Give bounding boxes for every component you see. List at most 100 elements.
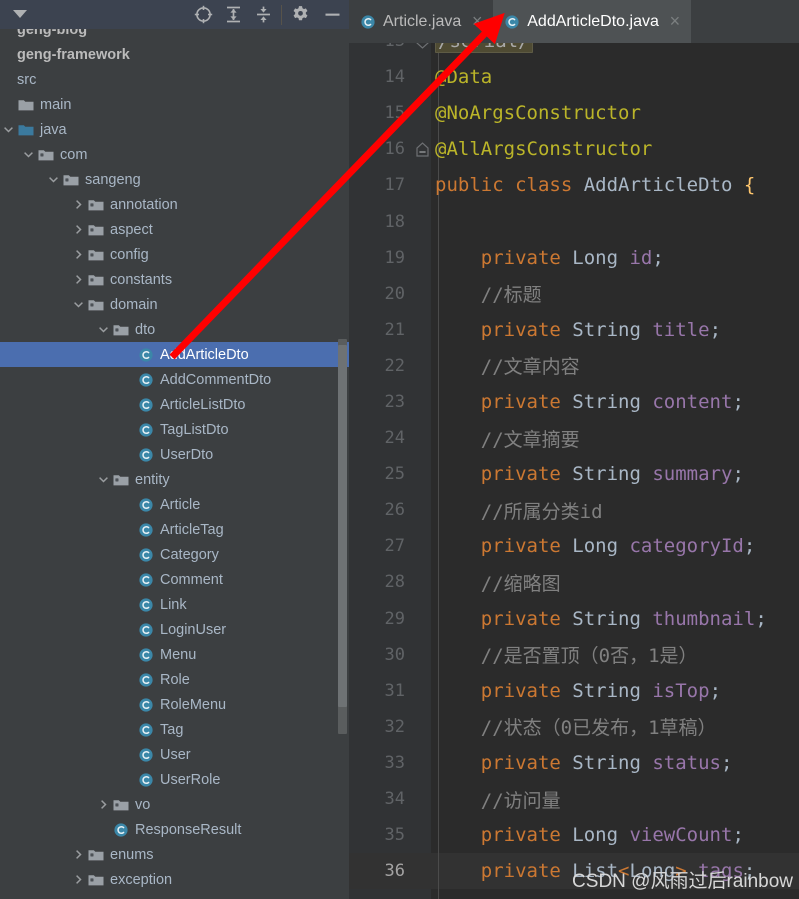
editor-tab[interactable]: AddArticleDto.java × xyxy=(493,0,691,43)
line-number: 14 xyxy=(384,67,405,88)
code-line[interactable]: 15 @NoArgsConstructor xyxy=(349,95,799,131)
tree-twisty-collapsed[interactable] xyxy=(70,272,86,288)
fold-collapsed-icon[interactable] xyxy=(413,43,431,49)
tree-item[interactable]: exception xyxy=(0,867,349,892)
tree-item[interactable]: Comment xyxy=(0,567,349,592)
tree-item[interactable]: src xyxy=(0,67,349,92)
tree-item[interactable]: geng-blog xyxy=(0,29,349,42)
tree-item[interactable]: constants xyxy=(0,267,349,292)
tree-item[interactable]: Article xyxy=(0,492,349,517)
tree-item[interactable]: dto xyxy=(0,317,349,342)
tree-item[interactable]: ResponseResult xyxy=(0,817,349,842)
tree-twisty-collapsed[interactable] xyxy=(70,847,86,863)
tree-twisty-collapsed[interactable] xyxy=(70,872,86,888)
tree-item[interactable]: vo xyxy=(0,792,349,817)
code-line[interactable]: 13/serial/ xyxy=(349,43,799,59)
code-line[interactable]: 34 //访问量 xyxy=(349,781,799,817)
code-line[interactable]: 16 @AllArgsConstructor xyxy=(349,131,799,167)
tree-item[interactable]: UserDto xyxy=(0,442,349,467)
code-line[interactable]: 24 //文章摘要 xyxy=(349,420,799,456)
java-class-icon xyxy=(139,547,153,562)
tree-twisty-expanded[interactable] xyxy=(45,172,61,188)
code-token: { xyxy=(743,174,756,197)
tree-item[interactable]: domain xyxy=(0,292,349,317)
project-view-dropdown[interactable] xyxy=(0,0,40,29)
code-line[interactable]: 14 @Data xyxy=(349,59,799,95)
code-line[interactable]: 26 //所属分类id xyxy=(349,492,799,528)
tree-item[interactable]: aspect xyxy=(0,217,349,242)
code-text: private String content; xyxy=(431,391,799,413)
tree-item[interactable]: entity xyxy=(0,467,349,492)
tree-scrollbar-thumb[interactable] xyxy=(338,345,347,707)
tree-item[interactable]: ArticleListDto xyxy=(0,392,349,417)
tree-twisty-expanded[interactable] xyxy=(95,472,111,488)
java-class-icon xyxy=(139,447,153,462)
close-icon[interactable]: × xyxy=(470,11,484,31)
project-tool-window: geng-blog geng-framework src main java com san… xyxy=(0,0,349,899)
code-line[interactable]: 27 private Long categoryId; xyxy=(349,528,799,564)
code-line[interactable]: 25 private String summary; xyxy=(349,456,799,492)
tree-item[interactable]: com xyxy=(0,142,349,167)
tree-twisty-expanded[interactable] xyxy=(95,322,111,338)
code-line[interactable]: 33 private String status; xyxy=(349,745,799,781)
collapse-all-button[interactable] xyxy=(248,0,278,29)
tree-item[interactable]: LoginUser xyxy=(0,617,349,642)
code-line[interactable]: 29 private String thumbnail; xyxy=(349,601,799,637)
tree-twisty-collapsed[interactable] xyxy=(70,222,86,238)
code-line[interactable]: 19 private Long id; xyxy=(349,240,799,276)
tree-item[interactable]: sangeng xyxy=(0,167,349,192)
code-line[interactable]: 35 private Long viewCount; xyxy=(349,817,799,853)
hide-panel-button[interactable] xyxy=(315,0,349,29)
code-line[interactable]: 20 //标题 xyxy=(349,276,799,312)
code-editor[interactable]: 13/serial/14 @Data 15 @NoArgsConstructor 16 @… xyxy=(349,43,799,899)
tree-item[interactable]: Category xyxy=(0,542,349,567)
code-line[interactable]: 17 public class AddArticleDto { xyxy=(349,167,799,203)
expand-all-button[interactable] xyxy=(218,0,248,29)
fold-expanded-icon[interactable] xyxy=(413,142,431,157)
code-line[interactable]: 23 private String content; xyxy=(349,384,799,420)
code-line[interactable]: 22 //文章内容 xyxy=(349,348,799,384)
project-tree[interactable]: geng-blog geng-framework src main java com san… xyxy=(0,29,349,899)
code-line[interactable]: 31 private String isTop; xyxy=(349,673,799,709)
tree-twisty-collapsed[interactable] xyxy=(70,197,86,213)
tree-item-label: AddCommentDto xyxy=(160,371,272,388)
editor-tab[interactable]: Article.java × xyxy=(349,0,493,43)
java-class-icon xyxy=(137,622,155,638)
tree-item[interactable]: TagListDto xyxy=(0,417,349,442)
tree-twisty-collapsed[interactable] xyxy=(95,797,111,813)
code-token: ; xyxy=(709,318,722,341)
tree-item[interactable]: Tag xyxy=(0,717,349,742)
tree-item[interactable]: ArticleTag xyxy=(0,517,349,542)
tree-item[interactable]: UserRole xyxy=(0,767,349,792)
code-line[interactable]: 30 //是否置顶（0否，1是） xyxy=(349,637,799,673)
tree-item-selected[interactable]: AddArticleDto xyxy=(0,342,349,367)
tree-twisty-expanded[interactable] xyxy=(70,297,86,313)
code-line[interactable]: 28 //缩略图 xyxy=(349,564,799,600)
tree-item[interactable]: Link xyxy=(0,592,349,617)
tree-item[interactable]: geng-framework xyxy=(0,42,349,67)
tree-twisty-none xyxy=(120,697,136,713)
code-line[interactable]: 21 private String title; xyxy=(349,312,799,348)
tree-twisty-expanded[interactable] xyxy=(20,147,36,163)
code-token: ; xyxy=(732,390,744,413)
tree-item[interactable]: java xyxy=(0,117,349,142)
close-icon[interactable]: × xyxy=(668,11,682,31)
tree-item[interactable]: annotation xyxy=(0,192,349,217)
line-number: 24 xyxy=(384,428,405,449)
tree-item[interactable]: Menu xyxy=(0,642,349,667)
tree-twisty-expanded[interactable] xyxy=(0,122,16,138)
code-line[interactable]: 18 xyxy=(349,203,799,239)
settings-button[interactable] xyxy=(285,0,315,29)
tree-item[interactable]: User xyxy=(0,742,349,767)
tree-item[interactable]: main xyxy=(0,92,349,117)
code-line[interactable]: 32 //状态（0已发布，1草稿） xyxy=(349,709,799,745)
tree-item[interactable]: config xyxy=(0,242,349,267)
tree-item[interactable]: Role xyxy=(0,667,349,692)
tree-twisty-none xyxy=(120,622,136,638)
tree-item[interactable]: RoleMenu xyxy=(0,692,349,717)
select-opened-file-button[interactable] xyxy=(188,0,218,29)
tree-item[interactable]: enums xyxy=(0,842,349,867)
code-text: private Long viewCount; xyxy=(431,824,799,846)
tree-twisty-collapsed[interactable] xyxy=(70,247,86,263)
tree-item[interactable]: AddCommentDto xyxy=(0,367,349,392)
